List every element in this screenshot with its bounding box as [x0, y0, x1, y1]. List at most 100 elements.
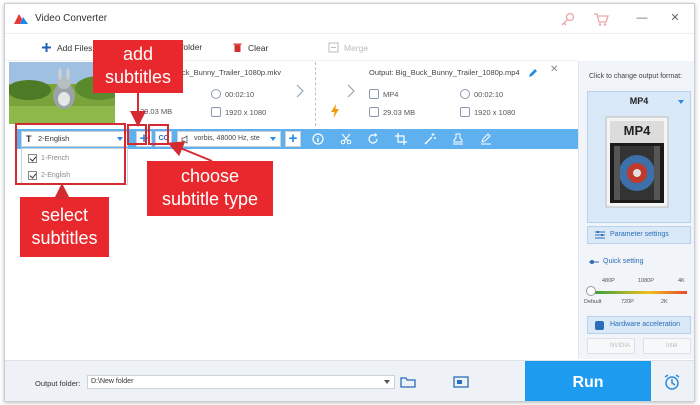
select-subtitles-highlight — [15, 123, 126, 185]
alarm-clock-icon[interactable] — [663, 373, 681, 391]
callout-line: subtitle type — [161, 189, 259, 209]
select-subtitles-callout: select subtitles — [20, 197, 109, 257]
plus-icon — [42, 43, 51, 52]
output-format-panel: Click to change output format: MP4 MP4 P… — [578, 61, 694, 359]
output-resolution-text: 1920 x 1080 — [474, 107, 516, 117]
quick-setting-icon — [589, 259, 599, 264]
source-duration-text: 00:02:10 — [225, 89, 255, 99]
tick-2k: 2K — [661, 299, 668, 305]
merge-label: Merge — [344, 42, 369, 53]
add-audio-button[interactable]: + — [285, 131, 301, 147]
output-format: MP4 — [369, 89, 398, 99]
add-folder-button[interactable]: folder — [181, 42, 202, 52]
subtitle-edit-pen-icon[interactable] — [480, 133, 492, 145]
merge-button[interactable]: Merge — [328, 42, 368, 53]
output-folder-label: Output folder: — [35, 379, 81, 388]
audio-track-select[interactable]: vorbis, 48000 Hz, ste — [177, 131, 281, 147]
output-duration: 00:02:10 — [460, 89, 503, 99]
clear-button[interactable]: Clear — [232, 42, 268, 53]
source-size-text: 29.03 MB — [140, 107, 173, 116]
callout-line: choose — [180, 166, 240, 186]
output-format-selector[interactable]: MP4 MP4 — [587, 91, 691, 223]
bottom-bar: Output folder: D:\New folder Run — [5, 360, 694, 401]
audio-track-text: vorbis, 48000 Hz, ste — [194, 135, 260, 142]
trash-icon — [233, 43, 242, 52]
watermark-stamp-icon[interactable] — [452, 133, 464, 145]
quick-setting-label: Quick setting — [603, 258, 644, 265]
add-subtitles-callout: add subtitles — [93, 40, 183, 93]
app-title: Video Converter — [35, 13, 108, 24]
app-logo-icon — [14, 14, 28, 24]
close-button[interactable]: ✕ — [668, 11, 682, 25]
source-resolution-text: 1920 x 1080 — [225, 107, 267, 117]
tick-480p: 480P — [602, 278, 615, 284]
nvidia-label: NVIDIA — [610, 343, 631, 349]
output-format-title: Click to change output format: — [589, 73, 682, 80]
rotate-icon[interactable] — [367, 133, 379, 145]
run-button[interactable]: Run — [525, 361, 651, 401]
title-bar: Video Converter — ✕ — [5, 4, 694, 34]
add-folder-label: folder — [181, 42, 203, 52]
crop-icon[interactable] — [395, 133, 407, 145]
merge-icon — [328, 42, 339, 53]
remove-item-icon[interactable]: ✕ — [550, 64, 558, 75]
source-duration: 00:02:10 — [211, 89, 254, 99]
format-icon — [369, 89, 379, 99]
chevron-down-icon — [270, 137, 276, 141]
intel-option[interactable]: Intel — [643, 338, 691, 354]
browse-folder-icon[interactable] — [400, 375, 416, 389]
add-files-label: Add Files — [57, 42, 93, 53]
chevron-right-icon — [296, 84, 304, 98]
hardware-acceleration-toggle[interactable]: Hardware acceleration — [587, 316, 691, 334]
source-filename: ck_Bunny_Trailer_1080p.mkv — [182, 68, 281, 77]
tick-1080p: 1080P — [638, 278, 654, 284]
output-size-text: 29.03 MB — [383, 107, 416, 117]
hardware-acceleration-label: Hardware acceleration — [610, 321, 681, 328]
choose-subtitle-type-callout: choose subtitle type — [147, 161, 273, 216]
minimize-button[interactable]: — — [635, 11, 649, 25]
intel-label: Intel — [666, 343, 678, 349]
callout-line: select — [40, 205, 89, 225]
clear-label: Clear — [248, 42, 269, 53]
mp4-format-icon-text: MP4 — [623, 123, 651, 138]
tick-720p: 720P — [621, 299, 634, 305]
output-duration-text: 00:02:10 — [474, 89, 504, 99]
quick-setting: Quick setting — [589, 258, 643, 265]
open-output-icon[interactable] — [453, 375, 469, 389]
scissors-icon[interactable] — [340, 133, 352, 145]
subtitle-type-highlight — [148, 124, 169, 145]
effects-wand-icon[interactable] — [424, 133, 436, 145]
checkbox-icon — [595, 321, 604, 330]
quality-slider-knob[interactable] — [586, 286, 596, 296]
output-size: 29.03 MB — [369, 107, 415, 117]
tick-default: Default — [584, 299, 602, 305]
chevron-down-icon — [678, 100, 684, 104]
resolution-icon — [460, 107, 470, 117]
nvidia-option[interactable]: NVIDIA — [587, 338, 635, 354]
quality-slider-track[interactable] — [591, 291, 687, 294]
divider — [315, 62, 316, 126]
output-format-label: MP4 — [629, 96, 649, 106]
output-filename: Output: Big_Buck_Bunny_Trailer_1080p.mp4 — [369, 68, 520, 77]
callout-line: subtitles — [104, 67, 172, 87]
key-icon[interactable] — [560, 11, 576, 27]
add-subtitle-highlight — [127, 124, 147, 145]
sliders-icon — [595, 231, 605, 239]
pencil-icon[interactable] — [528, 68, 538, 78]
callout-line: add — [122, 44, 154, 64]
output-folder-input[interactable]: D:\New folder — [87, 375, 395, 389]
resolution-icon — [211, 107, 221, 117]
chevron-right-icon — [347, 84, 355, 98]
cart-icon[interactable] — [593, 11, 609, 27]
info-icon[interactable] — [312, 133, 324, 145]
chevron-down-icon — [384, 380, 390, 384]
clock-icon — [211, 89, 221, 99]
parameter-settings-label: Parameter settings — [610, 231, 669, 238]
source-resolution: 1920 x 1080 — [211, 107, 266, 117]
add-files-button[interactable]: Add Files — [41, 42, 92, 53]
parameter-settings-button[interactable]: Parameter settings — [587, 226, 691, 244]
callout-line: subtitles — [31, 228, 98, 248]
tick-4k: 4K — [678, 278, 685, 284]
output-resolution: 1920 x 1080 — [460, 107, 515, 117]
folder-small-icon — [369, 107, 379, 117]
